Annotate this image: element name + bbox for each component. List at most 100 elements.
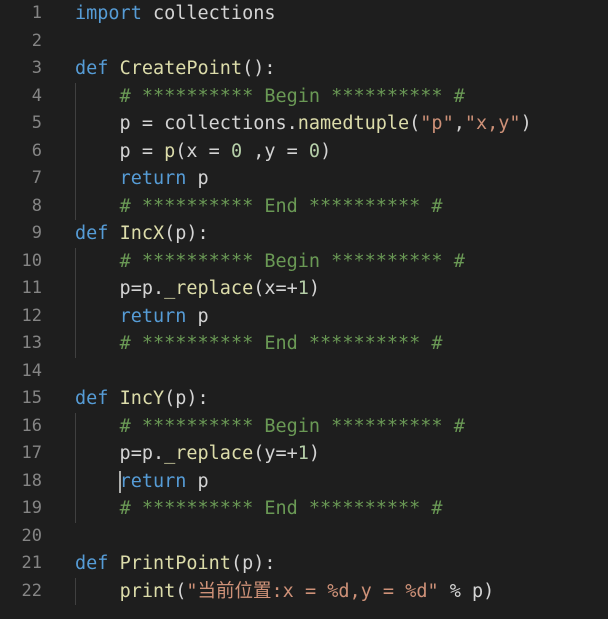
code-token: (p):: [230, 553, 276, 574]
code-token: 1: [297, 443, 309, 464]
code-token: return: [119, 470, 187, 492]
code-line[interactable]: 6 p = p(x = 0 ,y = 0): [0, 138, 608, 166]
code-token: (y=+: [253, 443, 298, 464]
line-number: 9: [31, 223, 42, 243]
code-editor[interactable]: 1 import collections 2 3 def CreatePoint(): 4…: [0, 0, 608, 619]
code-token: (p):: [164, 388, 209, 409]
code-token: IncY: [119, 388, 165, 409]
code-token: p = collections.: [75, 113, 298, 134]
code-token: namedtuple: [297, 113, 410, 134]
line-number: 10: [21, 250, 42, 271]
code-token: (x=+: [253, 278, 298, 299]
code-text: # ********** Begin ********** #: [75, 83, 465, 111]
line-number: 16: [21, 415, 42, 436]
code-token: _replace: [164, 443, 254, 464]
line-number: 14: [21, 360, 42, 381]
code-line[interactable]: 21 def PrintPoint(p):: [0, 550, 608, 578]
code-token: ): [308, 278, 321, 299]
code-token: p: [186, 305, 209, 327]
code-line[interactable]: 20: [0, 523, 608, 551]
line-number: 3: [31, 58, 42, 78]
code-token: def: [75, 553, 109, 574]
code-token: (: [175, 580, 187, 602]
code-token: ,: [453, 113, 465, 134]
code-line[interactable]: 15 def IncY(p):: [0, 385, 608, 413]
code-text: p=p._replace(y=+1): [75, 440, 321, 468]
code-line[interactable]: 16 # ********** Begin ********** #: [0, 413, 608, 441]
code-token: return: [119, 305, 187, 327]
code-text: p = p(x = 0 ,y = 0): [75, 138, 332, 166]
code-token: def: [75, 58, 109, 79]
code-token: return: [119, 168, 187, 189]
line-number: 1: [31, 3, 42, 23]
line-number: 17: [21, 443, 42, 463]
code-token: # ********** Begin ********** #: [119, 85, 465, 107]
code-token: ,y =: [242, 140, 309, 162]
code-text: # ********** End ********** #: [75, 495, 443, 523]
code-token: CreatePoint: [119, 58, 243, 79]
code-token: _replace: [164, 278, 254, 299]
code-token: 0: [308, 140, 321, 162]
line-number: 2: [31, 30, 42, 51]
code-token: collections: [141, 3, 276, 24]
code-line[interactable]: 4 # ********** Begin ********** #: [0, 83, 608, 111]
code-token: PrintPoint: [119, 553, 231, 574]
code-text: p = collections.namedtuple("p","x,y"): [75, 110, 532, 138]
code-token: # ********** End ********** #: [119, 195, 443, 217]
line-number: 4: [31, 85, 42, 106]
code-text: # ********** Begin ********** #: [75, 413, 465, 441]
code-line[interactable]: 7 return p: [0, 165, 608, 193]
text-cursor: [119, 470, 121, 493]
code-line[interactable]: 22 print("当前位置:x = %d,y = %d" % p): [0, 578, 608, 606]
code-text: # ********** Begin ********** #: [75, 248, 465, 276]
code-line[interactable]: 3 def CreatePoint():: [0, 55, 608, 83]
code-line[interactable]: 9 def IncX(p):: [0, 220, 608, 248]
code-line[interactable]: 14: [0, 358, 608, 386]
line-number: 11: [21, 278, 42, 298]
code-text: print("当前位置:x = %d,y = %d" % p): [75, 578, 495, 606]
code-line[interactable]: 2: [0, 28, 608, 56]
code-line[interactable]: 11 p=p._replace(x=+1): [0, 275, 608, 303]
code-token: p: [186, 470, 209, 492]
code-text: return p: [75, 303, 209, 331]
code-token: (p):: [164, 223, 209, 244]
code-token: p: [164, 140, 176, 162]
code-token: # ********** End ********** #: [119, 498, 443, 519]
code-token: # ********** Begin ********** #: [119, 415, 465, 437]
line-number: 22: [21, 580, 42, 601]
code-line[interactable]: 1 import collections: [0, 0, 608, 28]
code-token: 0: [230, 140, 243, 162]
code-line[interactable]: 8 # ********** End ********** #: [0, 193, 608, 221]
code-token: "当前位置:x = %d,y = %d": [186, 580, 439, 602]
line-number: 7: [31, 168, 42, 188]
code-token: ): [520, 113, 532, 134]
code-line[interactable]: 17 p=p._replace(y=+1): [0, 440, 608, 468]
code-token: ():: [242, 58, 276, 79]
code-token: p =: [75, 140, 165, 162]
code-line[interactable]: 18 return p: [0, 468, 608, 496]
code-token: "p": [420, 113, 454, 134]
line-number: 20: [21, 525, 42, 546]
code-token: (x =: [175, 140, 231, 162]
code-text: def IncY(p):: [75, 385, 209, 413]
code-line[interactable]: 19 # ********** End ********** #: [0, 495, 608, 523]
code-line[interactable]: 5 p = collections.namedtuple("p","x,y"): [0, 110, 608, 138]
code-line[interactable]: 12 return p: [0, 303, 608, 331]
line-number: 21: [21, 553, 42, 573]
code-line[interactable]: 13 # ********** End ********** #: [0, 330, 608, 358]
line-number: 12: [21, 305, 42, 326]
code-line[interactable]: 10 # ********** Begin ********** #: [0, 248, 608, 276]
code-token: p=p.: [75, 278, 165, 299]
code-text: return p: [75, 468, 209, 496]
code-token: "x,y": [464, 113, 521, 134]
line-number: 6: [31, 140, 42, 161]
